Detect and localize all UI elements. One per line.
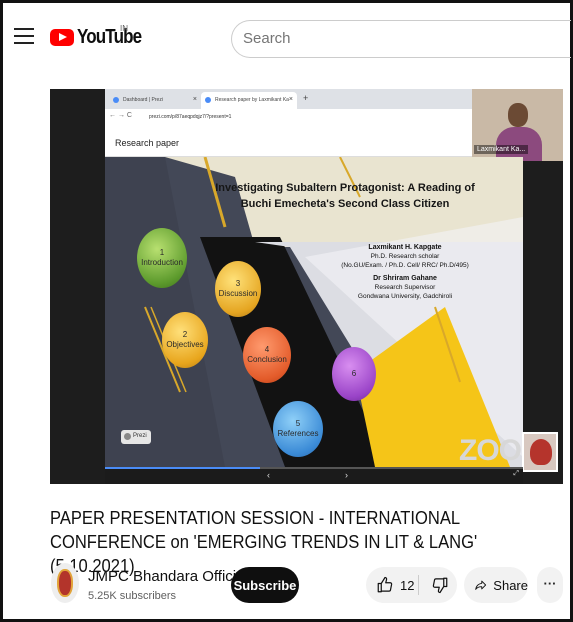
bubble-number: 3: [235, 279, 241, 288]
bubble-number: 2: [182, 330, 188, 339]
author-block: Laxmikant H. Kapgate Ph.D. Research scho…: [305, 243, 505, 301]
college-emblem-icon: [522, 432, 558, 472]
youtube-wordmark: YouTube: [77, 26, 142, 48]
youtube-logo[interactable]: YouTube: [50, 26, 153, 49]
prezi-favicon-icon: [113, 97, 119, 103]
bubble-number: 6: [351, 369, 357, 378]
bubble-discussion: 3 Discussion: [215, 261, 261, 317]
tab-label: Dashboard | Prezi: [123, 97, 163, 103]
bubble-six: 6: [332, 347, 376, 401]
more-actions-button[interactable]: ···: [537, 567, 563, 603]
search-input[interactable]: [243, 30, 543, 47]
bubble-number: 5: [295, 419, 301, 428]
supervisor-name: Dr Shriram Gahane: [373, 275, 437, 282]
next-slide-icon: ›: [345, 470, 348, 480]
author-role: Ph.D. Research scholar: [370, 253, 440, 260]
thumbs-down-icon: [432, 577, 447, 594]
subscribe-button[interactable]: Subscribe: [231, 567, 299, 603]
prezi-presentation-title: Research paper: [115, 138, 180, 148]
menu-icon[interactable]: [14, 28, 34, 44]
prezi-slide: Investigating Subaltern Protagonist: A R…: [105, 157, 523, 467]
author-registration: (No.GU/Exam. / Ph.D. Cell/ RRC/ Ph.D/495…: [341, 262, 469, 269]
like-button[interactable]: 12: [366, 567, 418, 603]
prezi-controls: ‹ › ⤢: [105, 467, 523, 484]
bubble-references: 5 References: [273, 401, 323, 457]
search-box[interactable]: [231, 20, 571, 58]
presenter-body: [496, 127, 542, 161]
prezi-favicon-icon: [205, 97, 211, 103]
share-arrow-icon: [475, 580, 487, 590]
prezi-progress-bar: [105, 467, 523, 469]
bubble-label: References: [277, 429, 319, 438]
supervisor-university: Gondwana University, Gadchiroli: [357, 293, 453, 300]
channel-name[interactable]: JMPC Bhandara Official: [88, 568, 248, 585]
presenter-head: [508, 103, 528, 127]
supervisor-role: Research Supervisor: [374, 284, 436, 291]
channel-avatar[interactable]: [51, 563, 79, 603]
youtube-header: YouTube IN: [0, 0, 571, 72]
bubble-conclusion: 4 Conclusion: [243, 327, 291, 383]
webcam-name-label: Laxmikant Ka...: [474, 145, 529, 154]
tab-close-icon: ×: [192, 96, 197, 103]
author-name: Laxmikant H. Kapgate: [368, 244, 442, 251]
browser-tabs: Dashboard | Prezi × Research paper by La…: [105, 89, 523, 109]
bubble-objectives: 2 Objectives: [162, 312, 208, 368]
prev-slide-icon: ‹: [267, 470, 270, 480]
bubble-number: 1: [159, 248, 165, 257]
bubble-introduction: 1 Introduction: [137, 228, 187, 288]
share-label: Share: [493, 577, 528, 593]
bubble-label: Discussion: [218, 289, 258, 298]
dislike-button[interactable]: [422, 567, 457, 603]
tab-close-icon: ×: [288, 96, 293, 103]
browser-nav-icons: ← → C: [109, 112, 132, 119]
address-bar: ← → C prezi.com/p/87aeqpdqjz7/?present=1…: [105, 109, 523, 125]
browser-tab-research: Research paper by Laxmikant Ka ×: [201, 92, 297, 109]
subscriber-count: 5.25K subscribers: [88, 590, 177, 602]
prezi-header: Research paper: [105, 125, 523, 157]
slide-title-line1: Investigating Subaltern Protagonist: A R…: [215, 182, 475, 194]
fullscreen-icon: ⤢: [513, 470, 519, 477]
bubble-label: Introduction: [141, 258, 183, 267]
slide-title-line2: Buchi Emecheta's Second Class Citizen: [240, 198, 450, 210]
new-tab-icon: +: [303, 93, 309, 103]
bubble-label: Conclusion: [247, 355, 287, 364]
bubble-label: Objectives: [166, 340, 204, 349]
region-code: IN: [120, 24, 128, 33]
slide-title: Investigating Subaltern Protagonist: A R…: [185, 180, 505, 212]
bubble-number: 4: [264, 345, 270, 354]
share-button[interactable]: Share: [464, 567, 528, 603]
prezi-progress-fill: [105, 467, 260, 469]
tab-label: Research paper by Laxmikant Ka: [215, 97, 289, 103]
channel-emblem-icon: [57, 569, 73, 597]
video-player[interactable]: Dashboard | Prezi × Research paper by La…: [50, 89, 563, 484]
browser-tab-dashboard: Dashboard | Prezi ×: [109, 92, 201, 109]
prezi-badge: Prezi: [121, 430, 151, 444]
webcam-tile: Laxmikant Ka...: [472, 89, 563, 161]
like-dislike-group: 12: [366, 567, 457, 603]
like-count: 12: [400, 577, 415, 593]
like-divider: [418, 575, 419, 595]
address-url: prezi.com/p/87aeqpdqjz7/?present=1: [149, 114, 232, 120]
thumbs-up-icon: [377, 576, 393, 593]
shared-browser: Dashboard | Prezi × Research paper by La…: [105, 89, 523, 161]
youtube-play-icon: [50, 29, 74, 46]
